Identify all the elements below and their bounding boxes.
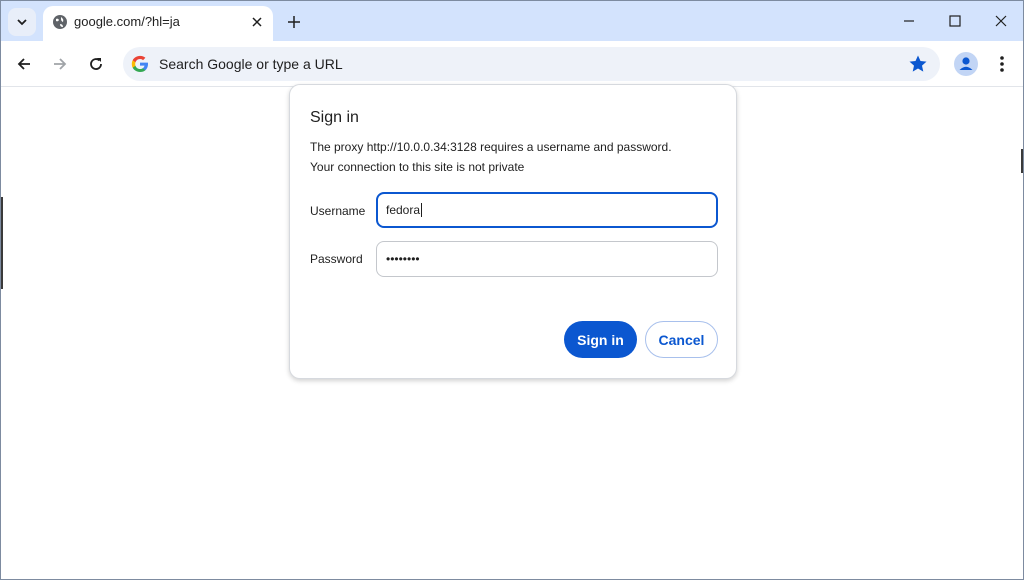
omnibox-placeholder: Search Google or type a URL (159, 56, 343, 72)
proxy-sign-in-dialog: Sign in The proxy http://10.0.0.34:3128 … (289, 84, 737, 379)
omnibox[interactable]: Search Google or type a URL (123, 47, 940, 81)
sign-in-button[interactable]: Sign in (564, 321, 637, 358)
username-field[interactable]: fedora (376, 192, 718, 228)
dialog-warning: Your connection to this site is not priv… (310, 160, 525, 174)
active-tab[interactable]: google.com/?hl=ja (43, 6, 273, 41)
minimize-icon (904, 20, 914, 22)
chevron-down-icon (17, 19, 27, 26)
forward-arrow-icon (54, 58, 67, 70)
star-icon[interactable] (908, 54, 928, 74)
profile-icon[interactable] (954, 52, 978, 76)
password-field[interactable]: •••••••• (376, 241, 718, 277)
password-label: Password (310, 252, 363, 266)
menu-button[interactable] (991, 52, 1013, 76)
reload-icon (90, 58, 102, 70)
toolbar: Search Google or type a URL (1, 41, 1023, 87)
forward-button[interactable] (46, 50, 74, 78)
google-g-icon (131, 55, 148, 72)
globe-icon (53, 15, 67, 29)
reload-button[interactable] (82, 50, 110, 78)
close-icon (995, 15, 1007, 27)
back-button[interactable] (10, 50, 38, 78)
password-value: •••••••• (386, 252, 420, 266)
close-icon (252, 17, 262, 27)
close-window-button[interactable] (986, 7, 1016, 35)
dialog-message: The proxy http://10.0.0.34:3128 requires… (310, 140, 672, 154)
tab-title: google.com/?hl=ja (74, 14, 180, 29)
plus-icon (288, 16, 300, 28)
dialog-title: Sign in (310, 109, 359, 126)
back-arrow-icon (17, 58, 30, 70)
page-edge-mark (1021, 149, 1023, 173)
username-value: fedora (386, 203, 421, 217)
title-bar: google.com/?hl=ja (1, 1, 1023, 41)
maximize-button[interactable] (940, 7, 970, 35)
text-caret (421, 203, 423, 217)
new-tab-button[interactable] (281, 9, 307, 35)
maximize-icon (949, 15, 961, 27)
kebab-menu-icon (1000, 56, 1004, 72)
browser-window: google.com/?hl=ja Search Google or type … (0, 0, 1024, 580)
tab-search-button[interactable] (8, 8, 36, 36)
page-edge-mark (1, 197, 3, 289)
cancel-button[interactable]: Cancel (645, 321, 718, 358)
tab-close-button[interactable] (248, 13, 266, 31)
minimize-button[interactable] (894, 7, 924, 35)
username-label: Username (310, 204, 366, 218)
